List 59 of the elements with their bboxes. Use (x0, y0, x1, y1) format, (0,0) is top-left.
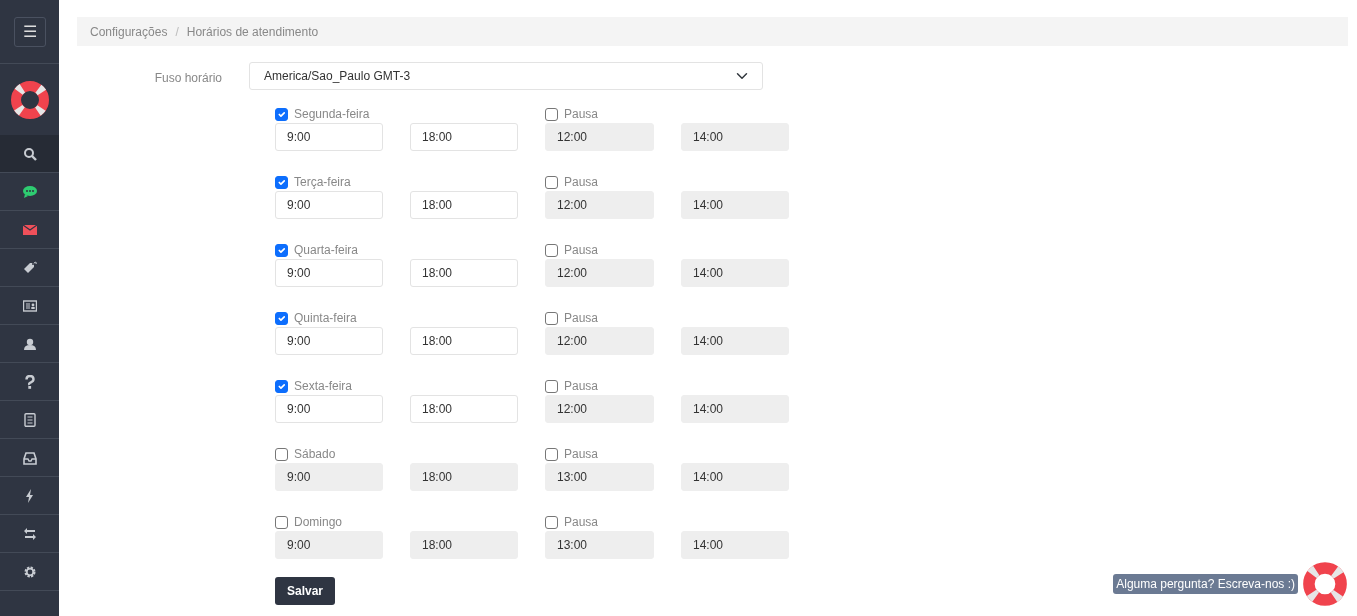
checkbox-label[interactable]: Quinta-feira (275, 309, 518, 327)
breadcrumb-separator: / (175, 23, 179, 41)
save-button[interactable]: Salvar (275, 577, 336, 605)
time-field[interactable]: 18:00 (410, 123, 518, 151)
checkbox-label[interactable]: Sábado (275, 445, 518, 463)
id-card-icon (22, 298, 37, 313)
search-icon (22, 146, 37, 161)
checkbox-label[interactable]: Pausa (545, 173, 789, 191)
envelope-icon (22, 222, 37, 237)
checkbox[interactable] (545, 243, 558, 257)
inbox-icon (22, 450, 37, 465)
checkbox-label[interactable]: Pausa (545, 513, 789, 531)
checkbox[interactable] (275, 447, 288, 461)
sidebar-item[interactable] (0, 135, 59, 173)
checkbox-label[interactable]: Pausa (545, 105, 789, 123)
checkbox[interactable] (545, 311, 558, 325)
breadcrumb-current: Horários de atendimento (186, 23, 319, 41)
checkbox-label[interactable]: Pausa (545, 309, 789, 327)
checkbox-label[interactable]: Terça-feira (275, 173, 518, 191)
checkbox-label[interactable]: Pausa (545, 445, 789, 463)
user-icon (22, 336, 37, 351)
checkbox[interactable] (275, 175, 288, 189)
checkbox[interactable] (275, 515, 288, 529)
timezone-label: Fuso horário (153, 70, 223, 87)
checkbox-label[interactable]: Segunda-feira (275, 105, 518, 123)
swap-arrows-icon (22, 526, 37, 541)
help-prompt[interactable]: Alguma pergunta? Escreva-nos :) (1113, 574, 1298, 594)
time-field[interactable]: 18:00 (410, 395, 518, 423)
time-field[interactable]: 9:00 (275, 123, 383, 151)
time-field[interactable]: 9:00 (275, 259, 383, 287)
time-field[interactable]: 9:00 (275, 327, 383, 355)
checkbox[interactable] (545, 175, 558, 189)
checkbox[interactable] (545, 379, 558, 393)
timezone-select[interactable]: America/Sao_Paulo GMT-3 (249, 62, 763, 90)
checkbox[interactable] (545, 447, 558, 461)
question-mark-icon (22, 374, 37, 389)
checkbox[interactable] (275, 107, 288, 121)
gear-icon (22, 564, 37, 579)
checkbox[interactable] (275, 243, 288, 257)
document-icon (22, 412, 37, 427)
checkbox-label[interactable]: Pausa (545, 377, 789, 395)
tag-icon (22, 260, 37, 275)
time-field[interactable]: 18:00 (410, 259, 518, 287)
lifebuoy-help-icon[interactable] (1302, 561, 1348, 607)
time-field[interactable]: 18:00 (410, 191, 518, 219)
time-field[interactable]: 9:00 (275, 191, 383, 219)
checkbox[interactable] (545, 515, 558, 529)
lifebuoy-logo (9, 79, 50, 120)
checkbox-label[interactable]: Sexta-feira (275, 377, 518, 395)
checkbox-label[interactable]: Quarta-feira (275, 241, 518, 259)
checkbox[interactable] (275, 311, 288, 325)
checkbox[interactable] (275, 379, 288, 393)
time-field[interactable]: 9:00 (275, 395, 383, 423)
chat-bubble-icon (22, 184, 37, 199)
checkbox-label[interactable]: Pausa (545, 241, 789, 259)
time-field[interactable]: 18:00 (410, 327, 518, 355)
menu-button[interactable]: ☰ (13, 16, 46, 47)
checkbox-label[interactable]: Domingo (275, 513, 518, 531)
checkbox[interactable] (545, 107, 558, 121)
